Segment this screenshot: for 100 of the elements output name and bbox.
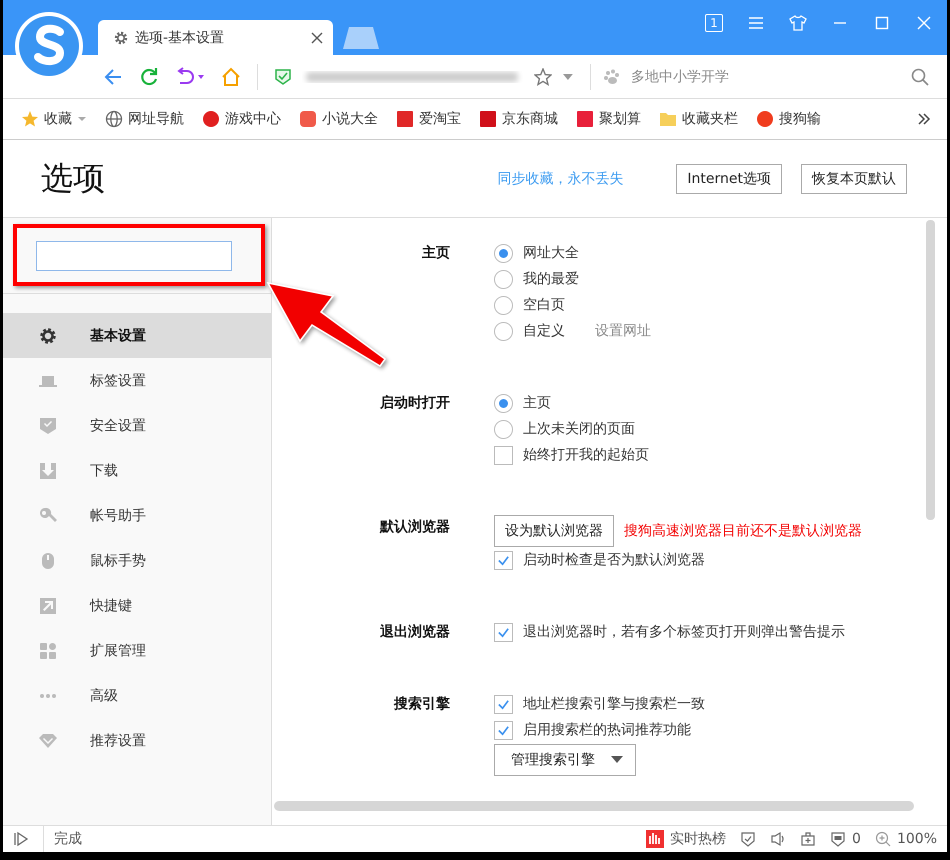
site-icon — [202, 110, 220, 128]
radio-button[interactable] — [494, 322, 513, 340]
maximize-icon[interactable] — [873, 15, 891, 31]
bookmark-item[interactable]: 游戏中心 — [202, 110, 281, 128]
bookmark-item[interactable]: 聚划算 — [576, 110, 641, 128]
bookmark-item[interactable]: 小说大全 — [299, 110, 378, 128]
site-icon — [756, 110, 774, 128]
sidebar-item[interactable]: 帐号助手 — [3, 493, 271, 538]
option-label: 地址栏搜索引擎与搜索栏一致 — [523, 695, 705, 713]
bookmark-item[interactable]: 收藏夹栏 — [659, 110, 738, 128]
shield-icon — [38, 416, 58, 436]
more-icon[interactable] — [917, 112, 931, 126]
dropdown-button[interactable]: 管理搜索引擎 — [494, 744, 636, 776]
globe-icon — [105, 110, 123, 128]
dots-icon — [38, 692, 58, 698]
site-icon — [299, 110, 317, 128]
address-field[interactable] — [274, 68, 574, 86]
download-icon — [38, 460, 58, 480]
back-arrow-icon[interactable] — [103, 66, 123, 86]
sidebar-item[interactable]: 高级 — [3, 673, 271, 718]
option-label: 退出浏览器时，若有多个标签页打开则弹出警告提示 — [523, 623, 845, 641]
checkbox[interactable] — [494, 622, 513, 642]
arrow-box-icon — [38, 596, 58, 616]
hot-list-button[interactable]: 实时热榜 — [646, 830, 726, 848]
checkbox[interactable] — [494, 446, 513, 464]
zoom-icon — [874, 831, 891, 847]
toolbox-icon[interactable] — [800, 831, 816, 847]
status-text: 完成 — [43, 826, 82, 852]
refresh-icon[interactable] — [139, 66, 159, 86]
shirt-icon[interactable] — [789, 15, 807, 31]
zoom-button[interactable]: 100% — [874, 831, 937, 847]
bookmark-item[interactable]: 网址导航 — [105, 110, 184, 128]
radio-button[interactable] — [494, 244, 513, 262]
ad-block-button[interactable]: 0 — [830, 831, 861, 847]
warning-text: 搜狗高速浏览器目前还不是默认浏览器 — [624, 522, 862, 540]
radio-button[interactable] — [494, 394, 513, 412]
browser-tab[interactable]: 选项-基本设置 — [98, 20, 333, 55]
ad-shield-icon — [830, 831, 846, 847]
checkbox[interactable] — [494, 550, 513, 570]
tab-title: 选项-基本设置 — [135, 28, 226, 46]
option-label: 我的最爱 — [523, 270, 579, 288]
gear-icon — [38, 326, 58, 346]
speaker-icon[interactable] — [770, 831, 786, 847]
grid-icon — [38, 640, 58, 660]
gear-icon — [113, 30, 129, 46]
home-icon[interactable] — [221, 66, 241, 86]
sidebar-item[interactable]: 基本设置 — [3, 313, 271, 358]
search-field[interactable] — [36, 240, 232, 270]
new-tab-button[interactable] — [343, 27, 379, 49]
close-icon[interactable] — [311, 32, 323, 44]
radio-button[interactable] — [494, 296, 513, 314]
check-icon — [497, 626, 510, 638]
set-url-link[interactable]: 设置网址 — [595, 322, 651, 340]
checkbox[interactable] — [494, 720, 513, 740]
search-placeholder: 多地中小学开学 — [631, 68, 730, 86]
bookmark-item[interactable]: 搜狗输 — [756, 110, 821, 128]
bookmark-item[interactable]: 爱淘宝 — [396, 110, 461, 128]
option-label: 启用搜索栏的热词推荐功能 — [523, 721, 691, 739]
option-label: 主页 — [523, 394, 551, 412]
sidebar-toggle-icon[interactable] — [13, 831, 29, 847]
caret-icon — [611, 756, 623, 764]
bookmark-item[interactable]: 京东商城 — [479, 110, 558, 128]
menu-icon[interactable] — [747, 15, 765, 31]
option-label: 始终打开我的起始页 — [523, 446, 649, 464]
check-icon — [497, 724, 510, 736]
caret-icon[interactable] — [77, 114, 87, 124]
option-label: 启动时检查是否为默认浏览器 — [523, 551, 705, 569]
sidebar-item[interactable]: 鼠标手势 — [3, 538, 271, 583]
sidebar-item[interactable]: 标签设置 — [3, 358, 271, 403]
option-label: 空白页 — [523, 296, 565, 314]
site-icon — [479, 110, 497, 128]
site-icon — [396, 110, 414, 128]
scrollbar[interactable] — [274, 801, 914, 811]
section-label: 默认浏览器 — [380, 518, 450, 537]
header-button[interactable]: 恢复本页默认 — [801, 164, 907, 194]
bookmark-item[interactable]: 收藏 — [21, 110, 87, 128]
shield-check-icon[interactable] — [740, 831, 756, 847]
scrollbar[interactable] — [926, 220, 935, 520]
section-label: 搜索引擎 — [394, 695, 450, 714]
sidebar-item[interactable]: 下载 — [3, 448, 271, 493]
sidebar-item[interactable]: 快捷键 — [3, 583, 271, 628]
option-label: 网址大全 — [523, 244, 579, 262]
check-icon — [497, 554, 510, 566]
search-icon[interactable] — [911, 68, 929, 86]
set-default-button[interactable]: 设为默认浏览器 — [494, 514, 614, 546]
undo-icon[interactable] — [175, 66, 205, 86]
header-button[interactable]: Internet选项 — [676, 164, 782, 194]
radio-button[interactable] — [494, 420, 513, 438]
radio-button[interactable] — [494, 270, 513, 288]
checkbox[interactable] — [494, 694, 513, 714]
close-icon[interactable] — [915, 15, 933, 31]
folder-icon — [659, 110, 677, 128]
paw-icon — [603, 68, 621, 86]
sidebar-item[interactable]: 安全设置 — [3, 403, 271, 448]
search-field[interactable]: 多地中小学开学 — [590, 64, 947, 90]
option-label: 自定义 — [523, 322, 565, 340]
sidebar-item[interactable]: 推荐设置 — [3, 718, 271, 763]
sidebar-item[interactable]: 扩展管理 — [3, 628, 271, 673]
section-label: 退出浏览器 — [380, 623, 450, 642]
star-icon[interactable] — [534, 68, 552, 86]
